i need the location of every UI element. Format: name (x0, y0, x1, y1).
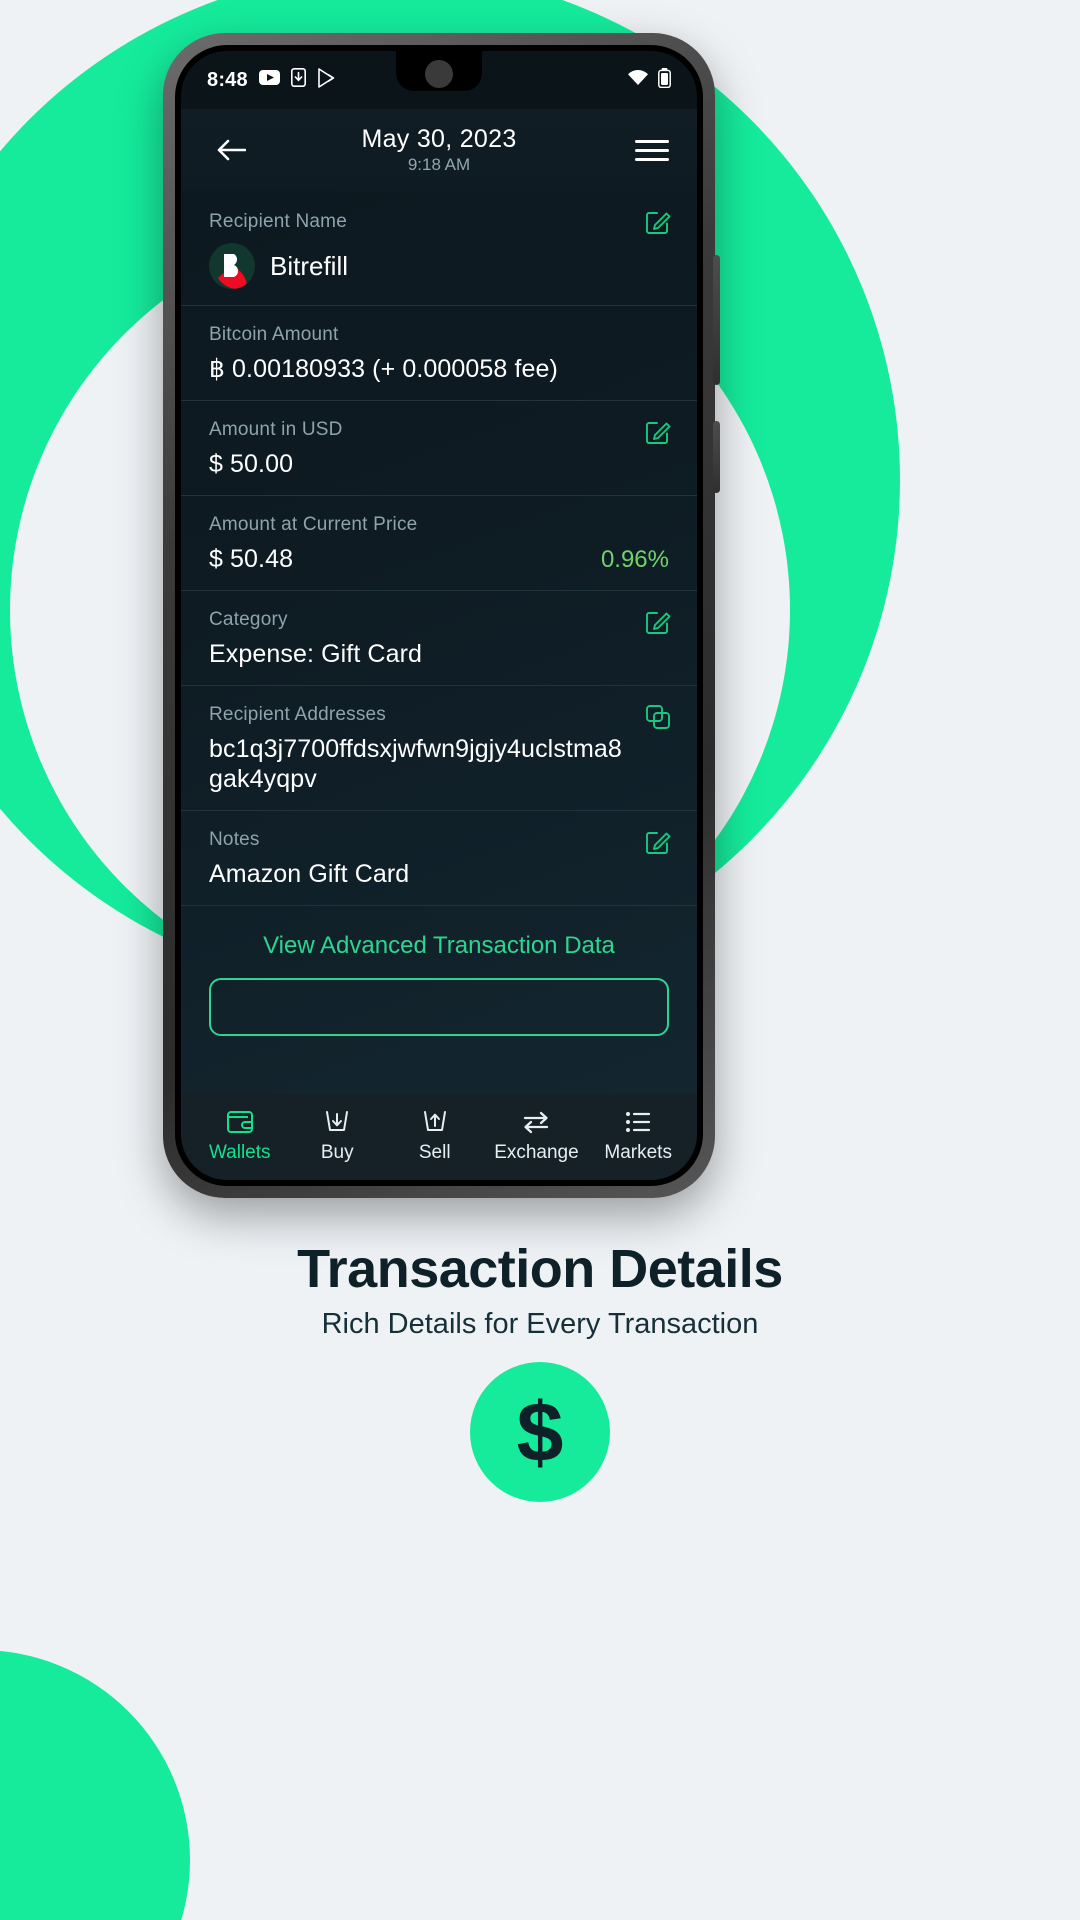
wallet-icon (226, 1108, 254, 1136)
row-label: Amount in USD (209, 419, 343, 440)
hamburger-menu-icon[interactable] (625, 128, 669, 172)
play-store-icon (317, 67, 336, 93)
status-bar-clock: 8:48 (207, 68, 248, 91)
detail-row-recipient-addresses: Recipient Addresses bc1q3j7700ffdsxjwfwn… (181, 686, 697, 811)
app-header: May 30, 2023 9:18 AM (181, 109, 697, 191)
edit-icon[interactable] (645, 419, 671, 445)
nav-item-exchange[interactable]: Exchange (494, 1108, 579, 1164)
caption-block: Transaction Details Rich Details for Eve… (0, 1238, 1080, 1341)
detail-row-recipient-name: Recipient Name Bitrefill (181, 191, 697, 306)
caption-title: Transaction Details (297, 1239, 783, 1299)
page-subtitle-time: 9:18 AM (407, 155, 471, 174)
wifi-icon (627, 69, 649, 91)
bitrefill-logo-icon (209, 243, 255, 289)
nav-item-sell[interactable]: Sell (397, 1108, 473, 1164)
edit-icon[interactable] (645, 829, 671, 855)
row-value: bc1q3j7700ffdsxjwfwn9jgjy4uclstma8gak4yq… (209, 735, 622, 793)
back-button[interactable] (209, 128, 253, 172)
youtube-icon (258, 70, 280, 90)
row-label: Recipient Name (209, 211, 347, 232)
row-label: Bitcoin Amount (209, 324, 339, 345)
row-value: Expense: Gift Card (209, 640, 423, 668)
recipient-block: Bitrefill (209, 243, 669, 289)
nav-item-buy[interactable]: Buy (299, 1108, 375, 1164)
nav-item-wallets[interactable]: Wallets (202, 1108, 278, 1164)
detail-row-amount-current-price: Amount at Current Price $ 50.48 0.96% (181, 496, 697, 591)
front-camera-icon (422, 57, 456, 91)
view-advanced-transaction-data-link[interactable]: View Advanced Transaction Data (181, 906, 697, 974)
volume-button[interactable] (713, 255, 720, 385)
row-label: Notes (209, 829, 260, 850)
swap-arrows-icon (521, 1108, 551, 1136)
row-label: Category (209, 609, 288, 630)
nav-item-markets[interactable]: Markets (600, 1108, 676, 1164)
secondary-action-button[interactable] (209, 978, 669, 1036)
battery-icon (658, 67, 671, 93)
power-button[interactable] (713, 421, 720, 493)
detail-row-bitcoin-amount: Bitcoin Amount ฿ 0.00180933 (+ 0.000058 … (181, 306, 697, 401)
transaction-details-list: Recipient Name Bitrefill Bitcoin Amount … (181, 191, 697, 1094)
row-value: Amazon Gift Card (209, 860, 410, 888)
nav-label: Markets (604, 1142, 672, 1163)
status-bar: 8:48 (181, 51, 697, 109)
detail-row-notes: Notes Amazon Gift Card (181, 811, 697, 906)
recipient-name-value: Bitrefill (270, 250, 349, 281)
nav-label: Wallets (208, 1142, 271, 1163)
sd-card-download-icon (290, 68, 306, 92)
row-label: Recipient Addresses (209, 704, 387, 725)
copy-icon[interactable] (645, 704, 671, 730)
nav-label: Exchange (494, 1142, 579, 1163)
page-title: May 30, 2023 (361, 125, 517, 153)
list-icon (624, 1108, 652, 1136)
phone-screen: 8:48 May 30, 2023 9:18 AM Recipient Name… (181, 51, 697, 1180)
green-circle-shape-bottom (0, 1650, 190, 1920)
price-change-badge: 0.96% (600, 546, 669, 573)
caption-subtitle: Rich Details for Every Transaction (321, 1308, 759, 1340)
row-label: Amount at Current Price (209, 514, 418, 535)
detail-row-amount-usd: Amount in USD $ 50.00 (181, 401, 697, 496)
phone-mockup: 8:48 May 30, 2023 9:18 AM Recipient Name… (163, 33, 720, 1198)
tray-up-icon (421, 1108, 449, 1136)
row-value: $ 50.00 (209, 450, 294, 478)
dollar-badge-icon: $ (470, 1362, 610, 1502)
edit-icon[interactable] (645, 209, 671, 235)
tray-down-icon (323, 1108, 351, 1136)
edit-icon[interactable] (645, 609, 671, 635)
header-title-group: May 30, 2023 9:18 AM (181, 125, 697, 175)
nav-label: Sell (418, 1142, 451, 1163)
nav-label: Buy (320, 1142, 354, 1163)
detail-row-category: Category Expense: Gift Card (181, 591, 697, 686)
row-value: ฿ 0.00180933 (+ 0.000058 fee) (209, 355, 558, 383)
bottom-navigation-bar: Wallets Buy Sell Exchange Markets (181, 1094, 697, 1180)
